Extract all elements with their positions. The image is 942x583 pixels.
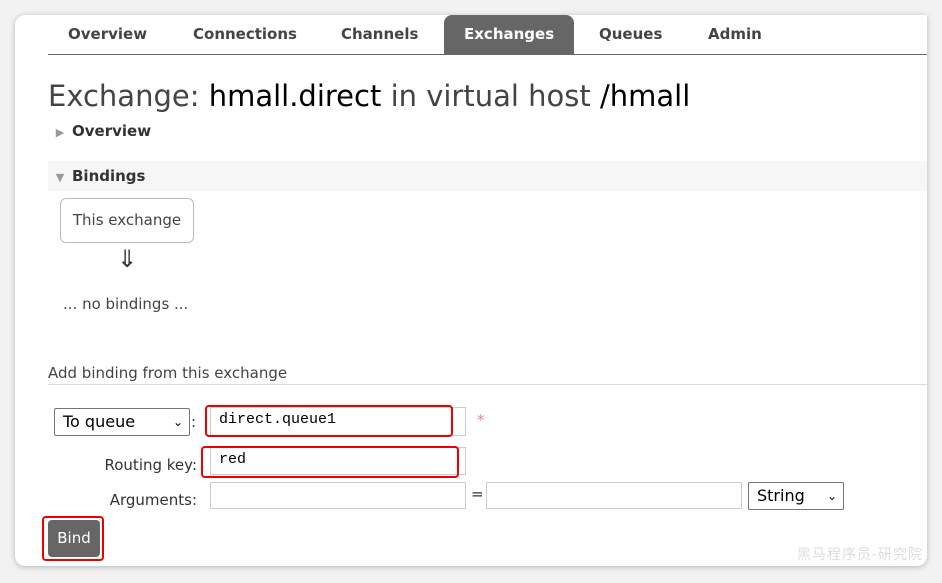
chevron-down-icon: ⌄: [172, 415, 183, 429]
argument-key-input[interactable]: [210, 482, 466, 509]
tab-channels[interactable]: Channels: [321, 15, 438, 54]
page-card: Overview Connections Channels Exchanges …: [15, 15, 927, 566]
title-middle: in virtual host: [390, 79, 591, 113]
caret-right-icon: ▶: [55, 126, 65, 139]
no-bindings-text: ... no bindings ...: [63, 295, 189, 313]
this-exchange-box: This exchange: [60, 198, 194, 243]
destination-type-select[interactable]: To queue ⌄: [54, 408, 190, 436]
caret-down-icon: ▼: [55, 171, 65, 184]
select-value: String: [757, 486, 805, 505]
highlight-box: [201, 446, 459, 478]
page-title: Exchange: hmall.direct in virtual host /…: [48, 79, 690, 113]
vhost-name: /hmall: [599, 79, 691, 113]
section-overview-toggle[interactable]: ▶ Overview: [48, 116, 927, 146]
section-label: Bindings: [72, 167, 146, 185]
tab-overview[interactable]: Overview: [48, 15, 167, 54]
colon: :: [191, 413, 197, 431]
chevron-down-icon: ⌄: [826, 489, 837, 503]
main-nav: Overview Connections Channels Exchanges …: [48, 15, 927, 55]
arguments-label: Arguments:: [109, 491, 197, 509]
argument-type-select[interactable]: String ⌄: [748, 482, 844, 510]
tab-queues[interactable]: Queues: [579, 15, 682, 54]
argument-value-input[interactable]: [486, 482, 742, 509]
select-value: To queue: [63, 412, 136, 431]
section-bindings-toggle[interactable]: ▼ Bindings: [48, 161, 927, 191]
watermark: 黑马程序员-研究院: [796, 547, 923, 563]
routing-key-label: Routing key:: [104, 456, 198, 474]
tab-exchanges[interactable]: Exchanges: [444, 15, 575, 54]
equals-sign: =: [471, 485, 484, 503]
tab-connections[interactable]: Connections: [173, 15, 317, 54]
highlight-box: [42, 516, 104, 561]
exchange-name: hmall.direct: [208, 79, 382, 113]
add-binding-heading: Add binding from this exchange: [48, 364, 927, 385]
down-arrow-icon: ⇓: [117, 245, 138, 273]
tab-admin[interactable]: Admin: [688, 15, 782, 54]
highlight-box: [205, 405, 453, 437]
section-label: Overview: [72, 122, 152, 140]
title-prefix: Exchange:: [48, 79, 200, 113]
required-mark: *: [477, 411, 485, 429]
